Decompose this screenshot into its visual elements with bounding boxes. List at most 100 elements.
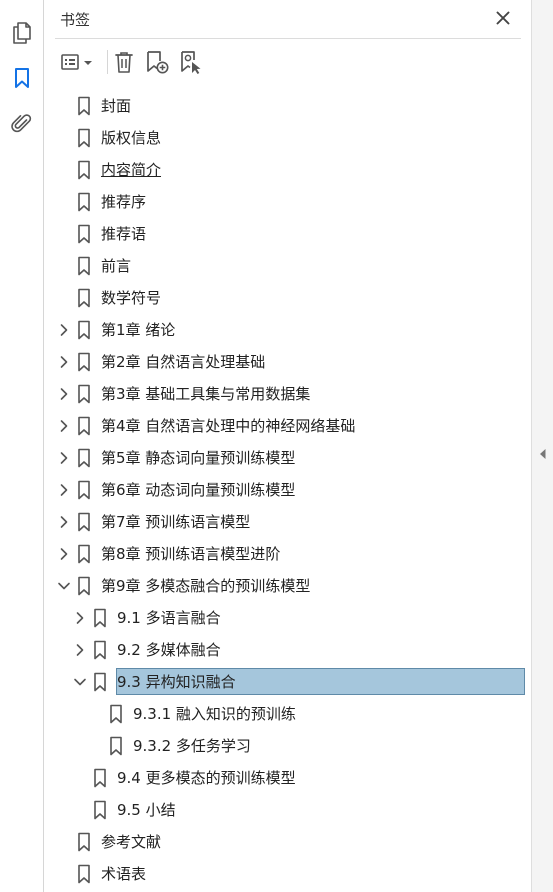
bookmark-row[interactable]: 术语表 [45,858,531,890]
bookmark-label[interactable]: 第4章 自然语言处理中的神经网络基础 [101,416,355,436]
chevron-down-icon[interactable] [57,579,71,593]
bookmark-row[interactable]: 第2章 自然语言处理基础 [45,346,531,378]
delete-bookmark-button[interactable] [111,48,137,76]
bookmark-label[interactable]: 推荐语 [101,224,146,244]
bookmark-row[interactable]: 第6章 动态词向量预训练模型 [45,474,531,506]
bookmarks-button[interactable] [0,60,43,96]
bookmark-icon [78,576,90,596]
bookmark-label[interactable]: 9.4 更多模态的预训练模型 [117,768,296,788]
bookmark-icon [78,288,90,308]
bookmark-label[interactable]: 数学符号 [101,288,161,308]
new-bookmark-icon [147,51,169,74]
bookmark-label[interactable]: 9.2 多媒体融合 [117,640,221,660]
chevron-right-icon[interactable] [57,323,71,337]
bookmark-row[interactable]: 9.3.1 融入知识的预训练 [45,698,531,730]
bookmark-label[interactable]: 第1章 绪论 [101,320,175,340]
bookmark-label[interactable]: 第9章 多模态融合的预训练模型 [101,576,310,596]
bookmark-icon [110,704,122,724]
bookmark-icon [94,640,106,660]
close-icon [496,11,510,25]
bookmark-row[interactable]: 推荐语 [45,218,531,250]
bookmark-row[interactable]: 版权信息 [45,122,531,154]
collapse-panel-icon[interactable] [539,448,547,460]
chevron-right-icon[interactable] [73,611,87,625]
bookmark-from-selection-button[interactable] [177,48,205,76]
chevron-right-icon[interactable] [57,451,71,465]
bookmark-icon [78,256,90,276]
bookmark-icon [78,416,90,436]
bookmark-row[interactable]: 第9章 多模态融合的预训练模型 [45,570,531,602]
chevron-right-icon[interactable] [57,387,71,401]
bookmark-label[interactable]: 9.3.1 融入知识的预训练 [133,704,296,724]
bookmark-from-selection-icon [181,51,201,74]
bookmark-row[interactable]: 推荐序 [45,186,531,218]
bookmark-icon [78,544,90,564]
bookmark-row[interactable]: 9.2 多媒体融合 [45,634,531,666]
bookmark-icon [78,160,90,180]
bookmark-icon [14,68,29,88]
chevron-right-icon[interactable] [57,483,71,497]
bookmark-row[interactable]: 第8章 预训练语言模型进阶 [45,538,531,570]
bookmark-row[interactable]: 前言 [45,250,531,282]
close-button[interactable] [493,8,513,28]
chevron-down-icon[interactable] [73,675,87,689]
bookmark-row[interactable]: 内容简介 [45,154,531,186]
options-menu-button[interactable] [59,48,97,76]
bookmark-row[interactable]: 第5章 静态词向量预训练模型 [45,442,531,474]
bookmarks-toolbar [55,44,521,80]
bookmark-icon [78,192,90,212]
bookmark-icon [78,384,90,404]
bookmark-row[interactable]: 第4章 自然语言处理中的神经网络基础 [45,410,531,442]
chevron-right-icon[interactable] [57,419,71,433]
navigation-rail [0,0,44,892]
bookmark-row[interactable]: 9.1 多语言融合 [45,602,531,634]
bookmark-row[interactable]: 数学符号 [45,282,531,314]
chevron-right-icon[interactable] [73,643,87,657]
bookmark-label[interactable]: 第8章 预训练语言模型进阶 [101,544,280,564]
bookmark-label[interactable]: 9.3 异构知识融合 [117,672,236,692]
attachments-button[interactable] [0,106,43,142]
bookmark-row[interactable]: 第7章 预训练语言模型 [45,506,531,538]
paperclip-icon [10,114,31,133]
bookmark-icon [78,448,90,468]
panel-title: 书签 [60,11,91,29]
chevron-right-icon[interactable] [57,515,71,529]
bookmark-row[interactable]: 第1章 绪论 [45,314,531,346]
bookmark-icon [78,352,90,372]
bookmark-icon [94,672,106,692]
bookmark-label[interactable]: 前言 [101,256,131,276]
bookmark-row[interactable]: 封面 [45,90,531,122]
new-bookmark-button[interactable] [143,48,171,76]
toolbar-separator [107,50,108,74]
bookmark-label[interactable]: 推荐序 [101,192,146,212]
bookmark-label[interactable]: 第6章 动态词向量预训练模型 [101,480,295,500]
bookmark-label[interactable]: 第2章 自然语言处理基础 [101,352,265,372]
bookmark-icon [94,768,106,788]
trash-icon [115,52,133,73]
bookmark-label[interactable]: 封面 [101,96,131,116]
panel-gutter [531,0,553,892]
bookmark-label[interactable]: 术语表 [101,864,146,884]
bookmark-row[interactable]: 第3章 基础工具集与常用数据集 [45,378,531,410]
title-divider [55,38,521,39]
bookmark-icon [78,320,90,340]
bookmark-row[interactable]: 参考文献 [45,826,531,858]
bookmark-label[interactable]: 第5章 静态词向量预训练模型 [101,448,295,468]
bookmark-label[interactable]: 第7章 预训练语言模型 [101,512,250,532]
chevron-right-icon[interactable] [57,547,71,561]
bookmark-label[interactable]: 参考文献 [101,832,161,852]
bookmark-row[interactable]: 9.5 小结 [45,794,531,826]
bookmark-row[interactable]: 9.3 异构知识融合 [45,666,531,698]
bookmark-label[interactable]: 9.5 小结 [117,800,176,820]
bookmark-label[interactable]: 第3章 基础工具集与常用数据集 [101,384,310,404]
bookmark-label[interactable]: 内容简介 [101,160,161,180]
pages-button[interactable] [0,14,43,50]
bookmark-icon [110,736,122,756]
bookmark-label[interactable]: 版权信息 [101,128,161,148]
bookmark-icon [78,864,90,884]
bookmark-label[interactable]: 9.3.2 多任务学习 [133,736,251,756]
chevron-right-icon[interactable] [57,355,71,369]
bookmark-label[interactable]: 9.1 多语言融合 [117,608,221,628]
bookmark-row[interactable]: 9.4 更多模态的预训练模型 [45,762,531,794]
bookmark-row[interactable]: 9.3.2 多任务学习 [45,730,531,762]
